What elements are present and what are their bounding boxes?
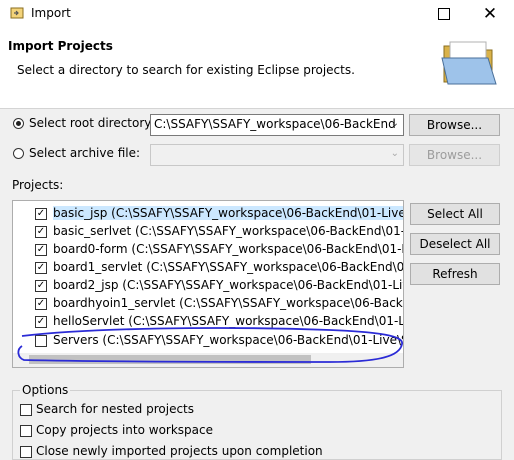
annotation-scribble [17,327,403,363]
wizard-description: Select a directory to search for existin… [17,63,355,77]
select-all-button[interactable]: Select All [410,203,500,225]
refresh-button[interactable]: Refresh [410,263,500,285]
project-label: board0-form (C:\SSAFY\SSAFY_workspace\06… [53,242,404,256]
projects-label: Projects: [12,178,64,192]
close-imported-label: Close newly imported projects upon compl… [36,444,323,458]
maximize-button[interactable] [424,0,464,28]
chevron-down-icon[interactable]: ⌄ [391,118,399,129]
archive-file-radio[interactable] [13,148,24,159]
root-browse-button[interactable]: Browse... [409,114,500,136]
project-label: board1_servlet (C:\SSAFY\SSAFY_workspace… [53,260,404,274]
chevron-down-icon[interactable]: ⌄ [391,148,399,159]
close-button[interactable]: ✕ [466,0,514,28]
search-nested-label: Search for nested projects [36,402,195,416]
root-directory-combo[interactable]: C:\SSAFY\SSAFY_workspace\06-BackEnd ⌄ [150,114,404,136]
list-item[interactable]: ✓ basic_jsp (C:\SSAFY\SSAFY_workspace\06… [13,205,403,223]
close-icon: ✕ [482,4,498,24]
list-item[interactable]: ✓ board2_jsp (C:\SSAFY\SSAFY_workspace\0… [13,277,404,295]
project-checkbox[interactable]: ✓ [35,262,47,274]
project-label: board2_jsp (C:\SSAFY\SSAFY_workspace\06-… [53,278,404,292]
options-label: Options [20,383,71,397]
folder-icon [440,38,498,88]
wizard-title: Import Projects [8,39,113,53]
list-item[interactable]: ✓ basic_serlvet (C:\SSAFY\SSAFY_workspac… [13,223,404,241]
root-directory-radio[interactable] [13,118,24,129]
project-label: basic_serlvet (C:\SSAFY\SSAFY_workspace\… [53,224,404,238]
root-directory-value: C:\SSAFY\SSAFY_workspace\06-BackEnd [154,117,396,131]
close-imported-checkbox[interactable] [20,446,32,458]
project-checkbox[interactable]: ✓ [35,208,47,220]
list-item[interactable]: ✓ board1_servlet (C:\SSAFY\SSAFY_workspa… [13,259,404,277]
list-item[interactable]: ✓ board0-form (C:\SSAFY\SSAFY_workspace\… [13,241,404,259]
project-checkbox[interactable]: ✓ [35,280,47,292]
project-checkbox[interactable]: ✓ [35,244,47,256]
project-checkbox[interactable]: ✓ [35,226,47,238]
archive-file-label: Select archive file: [29,146,141,160]
archive-browse-button[interactable]: Browse... [409,144,500,166]
archive-file-combo[interactable]: ⌄ [150,144,404,166]
root-directory-label: Select root directory: [29,116,155,130]
search-nested-checkbox[interactable] [20,404,32,416]
copy-projects-checkbox[interactable] [20,425,32,437]
copy-projects-label: Copy projects into workspace [36,423,214,437]
project-label: basic_jsp (C:\SSAFY\SSAFY_workspace\06-B… [53,206,403,220]
deselect-all-button[interactable]: Deselect All [410,233,500,255]
window-title: Import [31,6,71,20]
maximize-icon [438,8,450,20]
eclipse-app-icon [10,6,24,20]
